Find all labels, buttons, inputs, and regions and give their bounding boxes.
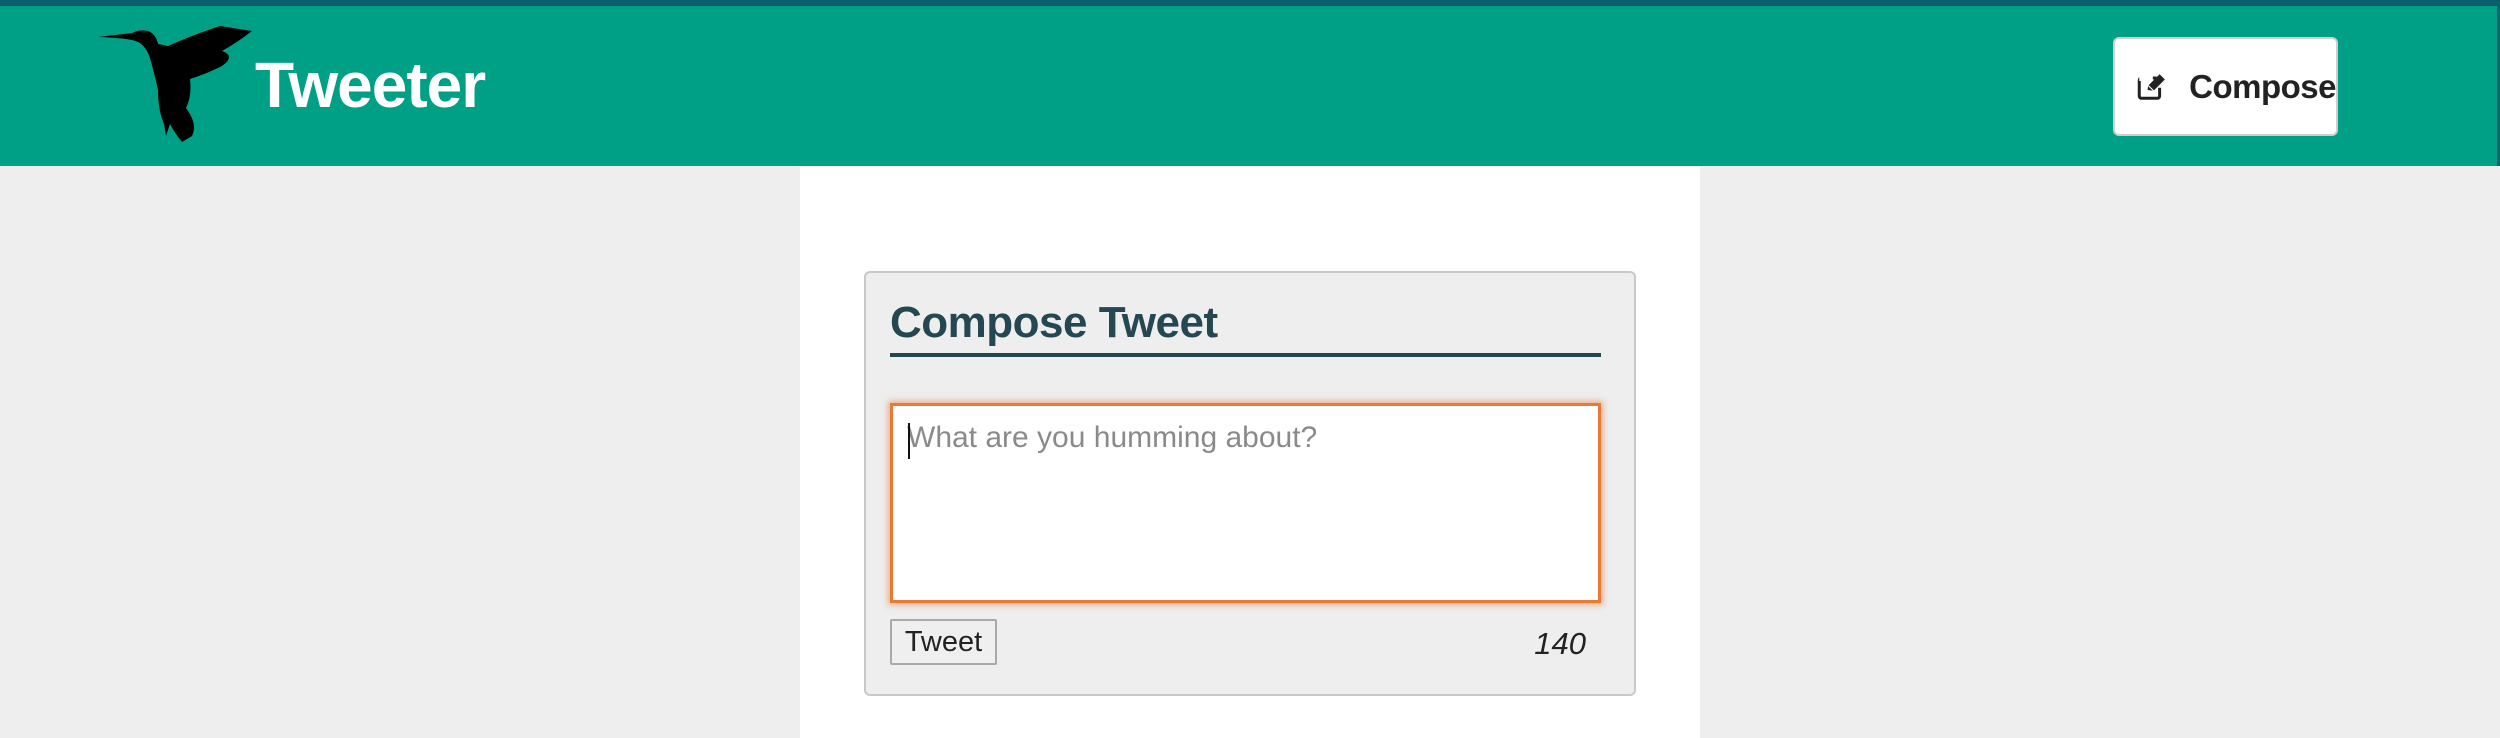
tweet-button[interactable]: Tweet [890,619,997,665]
compose-title: Compose Tweet [890,295,1601,357]
compose-button[interactable]: Compose [2113,37,2338,136]
main-content: Compose Tweet Tweet 140 [800,166,1700,738]
tweet-textarea[interactable] [890,403,1601,603]
compose-button-label: Compose [2189,67,2336,105]
navbar: Tweeter Compose [0,6,2500,166]
hummingbird-icon [98,26,252,142]
compose-tweet-card: Compose Tweet Tweet 140 [864,271,1636,696]
text-cursor [908,423,910,459]
edit-icon [2137,73,2166,100]
brand-name[interactable]: Tweeter [255,48,486,122]
character-counter: 140 [1534,626,1586,661]
